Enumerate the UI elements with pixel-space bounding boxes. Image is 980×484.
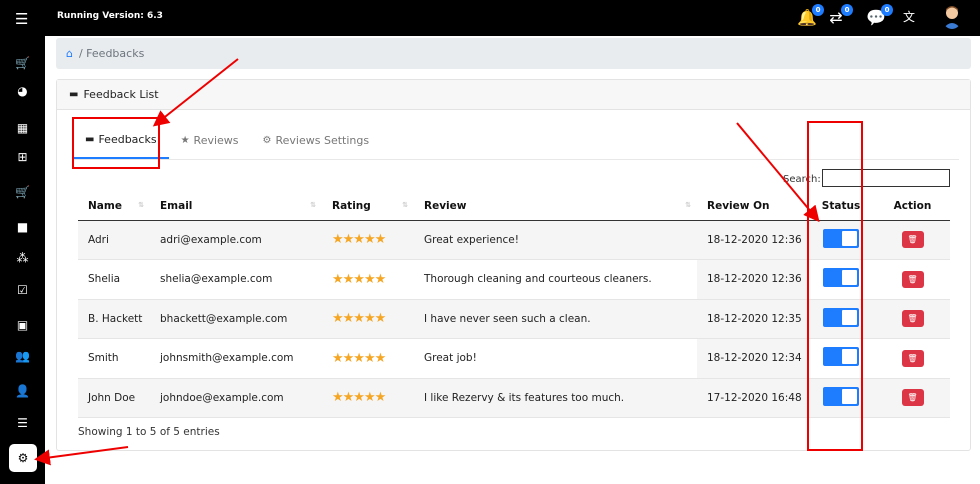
cell-review-on: 18-12-2020 12:34	[697, 338, 807, 379]
settings-icon[interactable]: ⚙	[9, 444, 37, 472]
bell-icon[interactable]: 🔔 0	[797, 4, 824, 28]
calendar-icon[interactable]: ▦	[0, 114, 45, 142]
calendar-plus-icon[interactable]: ⊞	[0, 143, 45, 171]
col-action: Action	[875, 192, 950, 221]
users-icon[interactable]: 👥	[0, 342, 45, 370]
cell-review-on: 17-12-2020 16:48	[697, 378, 807, 418]
cell-review: I have never seen such a clean.	[414, 299, 697, 339]
col-name[interactable]: Name ⇅	[78, 192, 150, 221]
cell-rating: ★★★★★	[322, 378, 414, 418]
annotation-box-feedbacks	[72, 117, 160, 169]
money-icon[interactable]: ▣	[0, 311, 45, 339]
briefcase-icon[interactable]: ■	[0, 213, 45, 241]
cart-icon[interactable]: 🛒	[0, 49, 45, 77]
tab-label: Reviews Settings	[275, 133, 370, 147]
breadcrumb: ⌂ / Feedbacks	[56, 38, 971, 69]
cell-review: Great experience!	[414, 220, 697, 260]
cell-name: Smith	[78, 338, 150, 379]
cell-name: Shelia	[78, 259, 150, 300]
cell-action: 🗑	[875, 259, 950, 300]
user-icon[interactable]: 👤	[0, 377, 45, 405]
star-icon: ★	[180, 134, 190, 146]
cell-action: 🗑	[875, 299, 950, 339]
col-review[interactable]: Review ⇅	[414, 192, 697, 221]
cell-rating: ★★★★★	[322, 299, 414, 339]
services-icon[interactable]: ⁂	[0, 244, 45, 272]
home-icon[interactable]: ⌂	[66, 47, 73, 60]
tab-reviews[interactable]: ★ Reviews	[169, 121, 251, 159]
calendar-check-icon[interactable]: ☑	[0, 276, 45, 304]
delete-button[interactable]: 🗑	[901, 389, 924, 407]
cell-review-on: 18-12-2020 12:35	[697, 299, 807, 339]
cell-review: Thorough cleaning and courteous cleaners…	[414, 259, 697, 300]
star-rating-icon: ★★★★★	[332, 271, 386, 287]
star-rating-icon: ★★★★★	[332, 311, 386, 327]
cell-rating: ★★★★★	[322, 220, 414, 260]
entries-info: Showing 1 to 5 of 5 entries	[78, 426, 220, 438]
trash-icon: 🗑	[907, 353, 918, 363]
col-rating[interactable]: Rating ⇅	[322, 192, 414, 221]
col-email[interactable]: Email ⇅	[150, 192, 322, 221]
cart-alt-icon[interactable]: 🛒	[0, 178, 45, 206]
cell-name: Adri	[78, 220, 150, 260]
cell-name: B. Hackett	[78, 299, 150, 339]
delete-button[interactable]: 🗑	[901, 310, 924, 328]
transfer-icon[interactable]: ⇄ 0	[826, 4, 853, 28]
star-rating-icon: ★★★★★	[332, 390, 386, 406]
transfer-badge: 0	[841, 4, 853, 16]
cell-review-on: 18-12-2020 12:36	[697, 220, 807, 260]
cell-rating: ★★★★★	[322, 259, 414, 300]
trash-icon: 🗑	[907, 393, 918, 403]
cell-email: shelia@example.com	[150, 259, 322, 300]
cell-rating: ★★★★★	[322, 338, 414, 379]
list-icon[interactable]: ☰	[0, 409, 45, 437]
cell-review: I like Rezervy & its features too much.	[414, 378, 697, 418]
cell-action: 🗑	[875, 220, 950, 260]
sort-icon: ⇅	[402, 201, 408, 209]
cell-action: 🗑	[875, 338, 950, 379]
sort-icon: ⇅	[685, 201, 691, 209]
cell-email: johndoe@example.com	[150, 378, 322, 418]
delete-button[interactable]: 🗑	[901, 349, 924, 367]
book-icon: ▬	[69, 89, 79, 100]
running-version: Running Version: 6.3	[57, 11, 163, 21]
notification-badge: 0	[812, 4, 824, 16]
delete-button[interactable]: 🗑	[901, 270, 924, 288]
message-badge: 0	[881, 4, 893, 16]
top-bar: ☰ Running Version: 6.3 🔔 0 ⇄ 0 💬 0 文	[0, 0, 980, 36]
chat-icon[interactable]: 💬 0	[866, 4, 893, 28]
language-icon[interactable]: 文	[899, 8, 919, 28]
star-rating-icon: ★★★★★	[332, 350, 386, 366]
cell-email: adri@example.com	[150, 220, 322, 260]
gear-icon: ⚙	[262, 134, 272, 146]
cell-name: John Doe	[78, 378, 150, 418]
sort-icon: ⇅	[138, 201, 144, 209]
trash-icon: 🗑	[907, 235, 918, 245]
trash-icon: 🗑	[907, 314, 918, 324]
cell-email: bhackett@example.com	[150, 299, 322, 339]
dashboard-icon[interactable]: ◕	[0, 77, 45, 105]
trash-icon: 🗑	[907, 274, 918, 284]
star-rating-icon: ★★★★★	[332, 232, 386, 248]
cell-review: Great job!	[414, 338, 697, 379]
sort-icon: ⇅	[310, 201, 316, 209]
user-avatar[interactable]	[942, 5, 962, 29]
col-review-on[interactable]: Review On	[697, 192, 807, 221]
cell-review-on: 18-12-2020 12:36	[697, 259, 807, 300]
card-title: Feedback List	[83, 88, 159, 101]
card-header: ▬ Feedback List	[57, 80, 970, 110]
tab-label: Reviews	[193, 133, 239, 147]
cell-action: 🗑	[875, 378, 950, 418]
cell-email: johnsmith@example.com	[150, 338, 322, 379]
breadcrumb-current: / Feedbacks	[78, 47, 145, 60]
menu-icon[interactable]: ☰	[15, 10, 28, 28]
tab-reviews-settings[interactable]: ⚙ Reviews Settings	[251, 121, 382, 159]
sidebar: 🛒 ◕ ▦ ⊞ 🛒 ■ ⁂ ☑ ▣ 👥 👤 ☰	[0, 36, 45, 484]
delete-button[interactable]: 🗑	[901, 231, 924, 249]
annotation-box-status	[807, 121, 863, 451]
